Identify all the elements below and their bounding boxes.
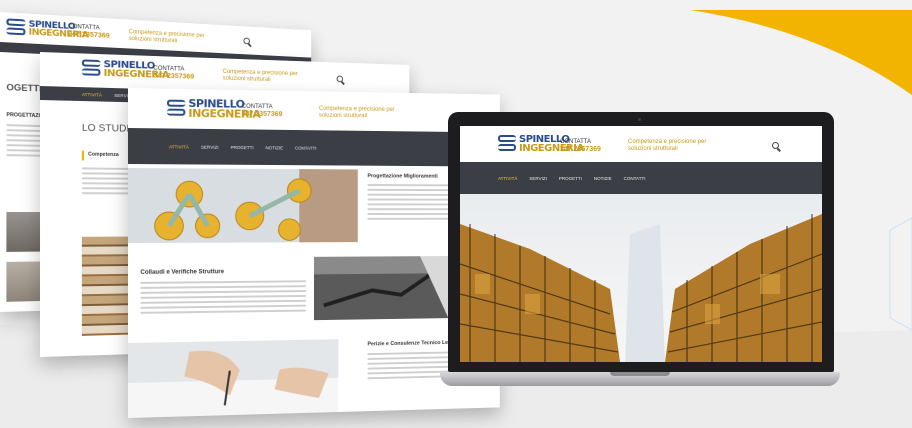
logo-icon: [498, 135, 516, 153]
search-icon[interactable]: [772, 142, 779, 149]
nav-item[interactable]: Contatti: [295, 145, 316, 150]
nav-item[interactable]: Contatti: [624, 176, 646, 181]
building-construction-hero-image: [460, 194, 822, 362]
logo-icon: [82, 59, 101, 77]
nav-item[interactable]: Servizi: [529, 176, 546, 181]
text-lines: [81, 167, 134, 197]
text-lines: [140, 280, 307, 317]
tagline: Competenza e precisione per soluzioni st…: [222, 68, 298, 84]
nav-item[interactable]: Servizi: [201, 144, 219, 149]
main-nav: Attività Servizi Progetti Notizie Contatti: [460, 162, 822, 194]
contact-phone: 347 2357369: [560, 146, 601, 154]
contact-block: CONTATTA 347 2357369: [242, 104, 283, 120]
contact-block: CONTATTA 347 2357369: [153, 66, 194, 82]
contact-phone: 347 2357369: [241, 110, 283, 119]
section-title: Collaudi e Verifiche Strutture: [140, 269, 225, 276]
contact-label: CONTATTA: [153, 65, 185, 73]
tagline: Competenza e precisione per soluzioni st…: [318, 105, 395, 120]
contact-label: CONTATTA: [560, 139, 591, 145]
subsection-heading: Competenza: [88, 151, 119, 158]
search-icon[interactable]: [243, 37, 250, 45]
section-title: Progettazione Miglioramenti: [367, 173, 438, 180]
contact-label: CONTATTA: [241, 103, 273, 111]
search-icon[interactable]: [336, 75, 344, 83]
signing-document-photo: [128, 339, 339, 418]
contact-block: CONTATTA 347 2357369: [68, 24, 109, 41]
section-label: OGETTI: [6, 82, 42, 94]
tagline: Competenza e precisione per soluzioni st…: [128, 29, 205, 45]
nav-item[interactable]: Notizie: [266, 145, 284, 150]
nav-item[interactable]: Attività: [169, 144, 189, 149]
laptop-notch: [610, 372, 670, 376]
molecular-model-photo: [128, 168, 358, 243]
laptop-mockup: SPINELLO INGEGNERIA CONTATTA 347 2357369 C…: [440, 112, 840, 412]
bookshelf-photo: [81, 236, 134, 336]
contact-block: CONTATTA 347 2357369: [560, 139, 601, 155]
accent-bar: [81, 150, 84, 161]
contact-phone: 347 2357369: [153, 72, 195, 81]
nav-item[interactable]: Attività: [498, 176, 517, 181]
nav-item[interactable]: Attività: [82, 92, 102, 97]
logo-icon: [167, 100, 185, 118]
nav-item[interactable]: Progetti: [559, 176, 582, 181]
nav-item[interactable]: Notizie: [594, 176, 612, 181]
logo-icon: [6, 18, 25, 37]
laptop-screen: SPINELLO INGEGNERIA CONTATTA 347 2357369 C…: [460, 126, 822, 362]
page-header: SPINELLO INGEGNERIA CONTATTA 347 2357369 C…: [460, 126, 822, 162]
laptop-camera: [638, 118, 641, 121]
tagline: Competenza e precisione per soluzioni st…: [628, 139, 707, 153]
nav-item[interactable]: Progetti: [231, 145, 254, 150]
